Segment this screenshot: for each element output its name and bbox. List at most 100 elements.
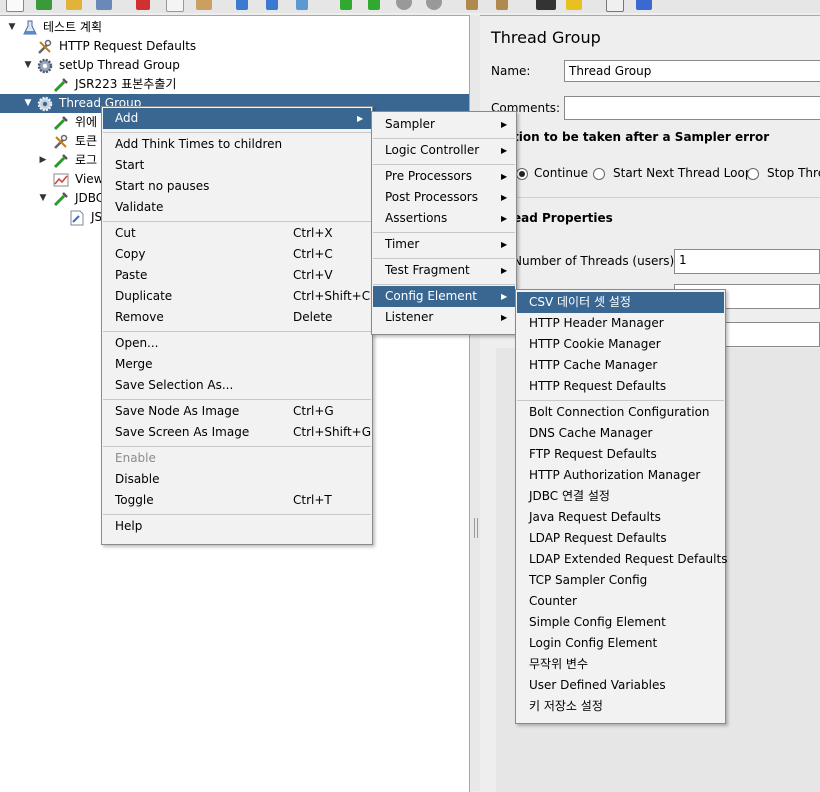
menu-item-bolt-connection-configuration[interactable]: Bolt Connection Configuration <box>517 402 724 423</box>
menu-item-merge[interactable]: Merge <box>103 354 371 375</box>
menu-item-user-defined-variables[interactable]: User Defined Variables <box>517 675 724 696</box>
collapse-toggle-icon[interactable]: ▼ <box>23 56 33 75</box>
menu-item-assertions[interactable]: Assertions ▶ <box>373 208 515 229</box>
menu-item-start-no-pauses[interactable]: Start no pauses <box>103 176 371 197</box>
menu-item-open[interactable]: Open... <box>103 333 371 354</box>
menu-item-simple-config-element[interactable]: Simple Config Element <box>517 612 724 633</box>
menu-item-validate[interactable]: Validate <box>103 197 371 218</box>
shutdown-icon[interactable] <box>426 0 442 10</box>
cut-icon[interactable] <box>136 0 150 10</box>
tree-item-http-request-defaults[interactable]: HTTP Request Defaults <box>0 37 469 56</box>
menu-item-random-variable[interactable]: 무작위 변수 <box>517 654 724 675</box>
menu-item-http-header-manager[interactable]: HTTP Header Manager <box>517 313 724 334</box>
menu-item-http-authorization-manager[interactable]: HTTP Authorization Manager <box>517 465 724 486</box>
open-icon[interactable] <box>66 0 82 10</box>
expand-toggle-icon[interactable]: ▶ <box>38 151 48 170</box>
search-icon[interactable] <box>536 0 556 10</box>
threads-input[interactable]: 1 <box>674 249 820 274</box>
menu-item-tcp-sampler-config[interactable]: TCP Sampler Config <box>517 570 724 591</box>
menu-item-add-think-times[interactable]: Add Think Times to children <box>103 134 371 155</box>
menu-item-help[interactable]: Help <box>103 516 371 537</box>
menu-item-logic-controller[interactable]: Logic Controller ▶ <box>373 140 515 161</box>
menu-item-http-cache-manager[interactable]: HTTP Cache Manager <box>517 355 724 376</box>
sampler-pipette-icon <box>53 77 69 93</box>
stop-thread-label: Stop Thre <box>767 166 820 180</box>
start-next-loop-radio[interactable] <box>593 168 605 180</box>
collapse-toggle-icon[interactable]: ▼ <box>38 189 48 208</box>
menu-item-duplicate[interactable]: Duplicate Ctrl+Shift+C <box>103 286 371 307</box>
reset-search-icon[interactable] <box>566 0 582 10</box>
menu-item-http-request-defaults[interactable]: HTTP Request Defaults <box>517 376 724 397</box>
menu-item-post-processors[interactable]: Post Processors ▶ <box>373 187 515 208</box>
submenu-arrow-icon: ▶ <box>501 193 508 202</box>
menu-item-save-selection-as[interactable]: Save Selection As... <box>103 375 371 396</box>
menu-separator <box>103 331 371 332</box>
continue-radio[interactable] <box>516 168 528 180</box>
clear-all-icon[interactable] <box>496 0 508 10</box>
menu-item-ldap-request-defaults[interactable]: LDAP Request Defaults <box>517 528 724 549</box>
menu-separator <box>103 132 371 133</box>
tree-item-test-plan[interactable]: ▼ 테스트 계획 <box>0 18 469 37</box>
collapse-icon[interactable] <box>266 0 278 10</box>
tree-item-jsr223-sampler[interactable]: JSR223 표본추출기 <box>0 75 469 94</box>
menu-separator <box>103 514 371 515</box>
menu-item-login-config-element[interactable]: Login Config Element <box>517 633 724 654</box>
menu-item-toggle[interactable]: Toggle Ctrl+T <box>103 490 371 511</box>
sampler-error-section-title: tion to be taken after a Sampler error <box>513 130 770 144</box>
threads-label: Number of Threads (users): <box>513 254 679 268</box>
script-icon <box>69 210 85 226</box>
menu-item-csv-data-set-config[interactable]: CSV 데이터 셋 설정 <box>517 292 724 313</box>
menu-item-paste[interactable]: Paste Ctrl+V <box>103 265 371 286</box>
menu-item-config-element[interactable]: Config Element ▶ <box>373 286 515 307</box>
menu-item-dns-cache-manager[interactable]: DNS Cache Manager <box>517 423 724 444</box>
menu-item-start[interactable]: Start <box>103 155 371 176</box>
paste-icon[interactable] <box>196 0 212 10</box>
divider-grip-icon[interactable] <box>474 518 478 538</box>
menu-item-test-fragment[interactable]: Test Fragment ▶ <box>373 260 515 281</box>
menu-item-save-node-as-image[interactable]: Save Node As Image Ctrl+G <box>103 401 371 422</box>
stop-thread-radio[interactable] <box>747 168 759 180</box>
config-element-submenu: CSV 데이터 셋 설정 HTTP Header Manager HTTP Co… <box>515 289 727 724</box>
menu-item-ldap-extended-request-defaults[interactable]: LDAP Extended Request Defaults <box>517 549 727 570</box>
menu-item-cut[interactable]: Cut Ctrl+X <box>103 223 371 244</box>
menu-item-remove[interactable]: Remove Delete <box>103 307 371 328</box>
menu-item-save-screen-as-image[interactable]: Save Screen As Image Ctrl+Shift+G <box>103 422 371 443</box>
panel-title: Thread Group <box>491 28 601 47</box>
menu-item-ftp-request-defaults[interactable]: FTP Request Defaults <box>517 444 724 465</box>
start-icon[interactable] <box>340 0 352 10</box>
menu-item-java-request-defaults[interactable]: Java Request Defaults <box>517 507 724 528</box>
menu-item-disable[interactable]: Disable <box>103 469 371 490</box>
toggle-icon[interactable] <box>296 0 308 10</box>
stop-icon[interactable] <box>396 0 412 10</box>
menu-item-http-cookie-manager[interactable]: HTTP Cookie Manager <box>517 334 724 355</box>
menu-item-jdbc-connection-config[interactable]: JDBC 연결 설정 <box>517 486 724 507</box>
menu-item-counter[interactable]: Counter <box>517 591 724 612</box>
start-no-pause-icon[interactable] <box>368 0 380 10</box>
clear-icon[interactable] <box>466 0 478 10</box>
menu-separator <box>373 284 515 285</box>
comments-input[interactable] <box>564 96 820 120</box>
menu-separator <box>373 138 515 139</box>
config-wrench-icon <box>37 39 53 55</box>
expand-icon[interactable] <box>236 0 248 10</box>
menu-item-add[interactable]: Add ▶ <box>103 108 371 129</box>
menu-item-keystore-config[interactable]: 키 저장소 설정 <box>517 696 724 717</box>
menu-item-pre-processors[interactable]: Pre Processors ▶ <box>373 166 515 187</box>
menu-item-sampler[interactable]: Sampler ▶ <box>373 114 515 135</box>
copy-icon[interactable] <box>166 0 184 12</box>
name-input[interactable]: Thread Group <box>564 60 820 82</box>
menu-item-listener[interactable]: Listener ▶ <box>373 307 515 328</box>
help-icon[interactable] <box>636 0 652 10</box>
collapse-toggle-icon[interactable]: ▼ <box>23 94 33 113</box>
menu-item-copy[interactable]: Copy Ctrl+C <box>103 244 371 265</box>
gear-icon <box>37 58 53 74</box>
new-icon[interactable] <box>6 0 24 12</box>
sampler-pipette-icon <box>53 153 69 169</box>
thread-properties-section-title: ead Properties <box>513 211 613 225</box>
menu-item-timer[interactable]: Timer ▶ <box>373 234 515 255</box>
function-helper-icon[interactable] <box>606 0 624 12</box>
tree-item-setup-thread-group[interactable]: ▼ setUp Thread Group <box>0 56 469 75</box>
collapse-toggle-icon[interactable]: ▼ <box>7 18 17 37</box>
save-icon[interactable] <box>96 0 112 10</box>
templates-icon[interactable] <box>36 0 52 10</box>
